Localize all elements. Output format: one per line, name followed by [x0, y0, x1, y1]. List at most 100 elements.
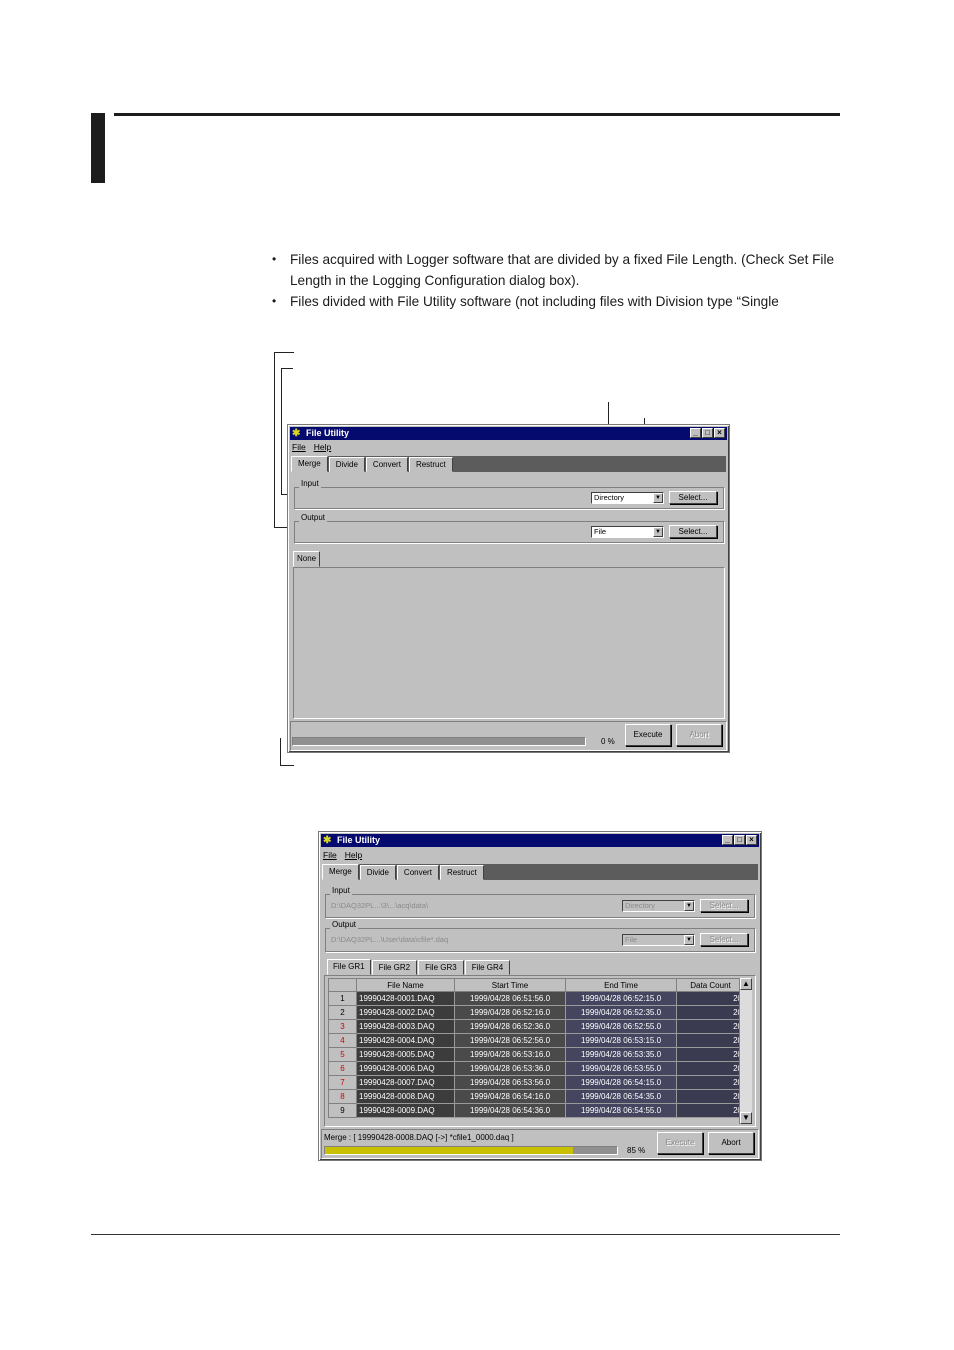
scroll-down-icon[interactable]: ▼: [740, 1112, 752, 1124]
maximize-icon[interactable]: □: [702, 428, 713, 438]
tab-divide[interactable]: Divide: [328, 457, 365, 472]
cell-end-time[interactable]: 1999/04/28 06:54:35.0: [565, 1089, 677, 1104]
cell-start-time[interactable]: 1999/04/28 06:51:56.0: [454, 991, 566, 1006]
table-row[interactable]: 7 19990428-0007.DAQ 1999/04/28 06:53:56.0 1…: [328, 1075, 745, 1090]
cell-start-time[interactable]: 1999/04/28 06:53:36.0: [454, 1061, 566, 1076]
cell-end-time[interactable]: 1999/04/28 06:54:15.0: [565, 1075, 677, 1090]
cell-file-name[interactable]: 19990428-0008.DAQ: [356, 1089, 455, 1104]
row-number[interactable]: 9: [328, 1103, 357, 1118]
tab-divide[interactable]: Divide: [359, 865, 396, 880]
cell-file-name[interactable]: 19990428-0005.DAQ: [356, 1047, 455, 1062]
tab-restruct[interactable]: Restruct: [439, 865, 484, 880]
cell-start-time[interactable]: 1999/04/28 06:52:16.0: [454, 1005, 566, 1020]
table-row[interactable]: 6 19990428-0006.DAQ 1999/04/28 06:53:36.0 1…: [328, 1061, 745, 1076]
menu-file[interactable]: File: [292, 441, 306, 453]
row-number[interactable]: 2: [328, 1005, 357, 1020]
column-header-end-time[interactable]: End Time: [565, 978, 677, 992]
cell-data-count[interactable]: 20: [676, 991, 745, 1006]
row-number[interactable]: 1: [328, 991, 357, 1006]
menu-help[interactable]: Help: [345, 849, 362, 861]
chevron-down-icon[interactable]: ▼: [653, 527, 663, 537]
cell-data-count[interactable]: 20: [676, 1089, 745, 1104]
cell-file-name[interactable]: 19990428-0002.DAQ: [356, 1005, 455, 1020]
cell-start-time[interactable]: 1999/04/28 06:54:16.0: [454, 1089, 566, 1104]
minimize-icon[interactable]: _: [690, 428, 701, 438]
output-select-button[interactable]: Select...: [700, 933, 748, 946]
row-number[interactable]: 3: [328, 1019, 357, 1034]
tab-file-gr4[interactable]: File GR4: [464, 960, 511, 975]
cell-file-name[interactable]: 19990428-0001.DAQ: [356, 991, 455, 1006]
menu-file[interactable]: File: [323, 849, 337, 861]
row-number[interactable]: 6: [328, 1061, 357, 1076]
tab-convert[interactable]: Convert: [396, 865, 439, 880]
table-row[interactable]: 9 19990428-0009.DAQ 1999/04/28 06:54:36.0 1…: [328, 1103, 745, 1118]
execute-button[interactable]: Execute: [625, 724, 671, 746]
column-header-data-count[interactable]: Data Count: [676, 978, 745, 992]
table-row[interactable]: 3 19990428-0003.DAQ 1999/04/28 06:52:36.0 1…: [328, 1019, 745, 1034]
table-row[interactable]: 1 19990428-0001.DAQ 1999/04/28 06:51:56.0 1…: [328, 991, 745, 1006]
input-type-combo[interactable]: Directory ▼: [591, 492, 664, 504]
cell-start-time[interactable]: 1999/04/28 06:53:16.0: [454, 1047, 566, 1062]
abort-button[interactable]: Abort: [708, 1132, 754, 1154]
tab-file-gr3[interactable]: File GR3: [418, 960, 464, 975]
table-row[interactable]: 2 19990428-0002.DAQ 1999/04/28 06:52:16.0 1…: [328, 1005, 745, 1020]
cell-end-time[interactable]: 1999/04/28 06:54:55.0: [565, 1103, 677, 1118]
column-header-file-name[interactable]: File Name: [356, 978, 455, 992]
cell-end-time[interactable]: 1999/04/28 06:53:55.0: [565, 1061, 677, 1076]
output-select-button[interactable]: Select...: [669, 525, 717, 538]
vertical-scrollbar[interactable]: ▲ ▼: [739, 978, 752, 1124]
chevron-down-icon[interactable]: ▼: [684, 901, 694, 911]
minimize-icon[interactable]: _: [722, 835, 733, 845]
title-bar[interactable]: ✱ File Utility _ □ ×: [290, 427, 727, 440]
cell-file-name[interactable]: 19990428-0007.DAQ: [356, 1075, 455, 1090]
tab-convert[interactable]: Convert: [365, 457, 408, 472]
output-type-combo[interactable]: File ▼: [591, 526, 664, 538]
cell-end-time[interactable]: 1999/04/28 06:53:15.0: [565, 1033, 677, 1048]
cell-data-count[interactable]: 20: [676, 1103, 745, 1118]
cell-file-name[interactable]: 19990428-0009.DAQ: [356, 1103, 455, 1118]
maximize-icon[interactable]: □: [734, 835, 745, 845]
scroll-up-icon[interactable]: ▲: [740, 978, 752, 990]
table-row[interactable]: 5 19990428-0005.DAQ 1999/04/28 06:53:16.0 1…: [328, 1047, 745, 1062]
cell-data-count[interactable]: 20: [676, 1061, 745, 1076]
cell-start-time[interactable]: 1999/04/28 06:52:56.0: [454, 1033, 566, 1048]
cell-start-time[interactable]: 1999/04/28 06:54:36.0: [454, 1103, 566, 1118]
title-bar[interactable]: ✱ File Utility _ □ ×: [321, 834, 759, 847]
abort-button[interactable]: Abort: [676, 724, 722, 746]
execute-button[interactable]: Execute: [657, 1132, 703, 1154]
input-select-button[interactable]: Select...: [669, 491, 717, 504]
close-icon[interactable]: ×: [714, 428, 725, 438]
tab-restruct[interactable]: Restruct: [408, 457, 453, 472]
table-row[interactable]: 8 19990428-0008.DAQ 1999/04/28 06:54:16.0 1…: [328, 1089, 745, 1104]
close-icon[interactable]: ×: [746, 835, 757, 845]
cell-data-count[interactable]: 20: [676, 1019, 745, 1034]
cell-file-name[interactable]: 19990428-0003.DAQ: [356, 1019, 455, 1034]
cell-start-time[interactable]: 1999/04/28 06:52:36.0: [454, 1019, 566, 1034]
output-type-combo[interactable]: File ▼: [622, 934, 695, 946]
tab-file-gr2[interactable]: File GR2: [371, 960, 418, 975]
cell-file-name[interactable]: 19990428-0004.DAQ: [356, 1033, 455, 1048]
row-number[interactable]: 8: [328, 1089, 357, 1104]
chevron-down-icon[interactable]: ▼: [653, 493, 663, 503]
menu-help[interactable]: Help: [314, 441, 331, 453]
column-header-start-time[interactable]: Start Time: [454, 978, 566, 992]
input-type-combo[interactable]: Directory ▼: [622, 900, 695, 912]
cell-file-name[interactable]: 19990428-0006.DAQ: [356, 1061, 455, 1076]
table-row[interactable]: 4 19990428-0004.DAQ 1999/04/28 06:52:56.0 1…: [328, 1033, 745, 1048]
row-number[interactable]: 4: [328, 1033, 357, 1048]
tab-merge[interactable]: Merge: [322, 864, 359, 880]
cell-end-time[interactable]: 1999/04/28 06:52:55.0: [565, 1019, 677, 1034]
row-number[interactable]: 5: [328, 1047, 357, 1062]
tab-file-gr1[interactable]: File GR1: [327, 959, 371, 975]
cell-start-time[interactable]: 1999/04/28 06:53:56.0: [454, 1075, 566, 1090]
cell-data-count[interactable]: 20: [676, 1047, 745, 1062]
cell-data-count[interactable]: 20: [676, 1005, 745, 1020]
input-select-button[interactable]: Select...: [700, 899, 748, 912]
cell-end-time[interactable]: 1999/04/28 06:52:35.0: [565, 1005, 677, 1020]
tab-none[interactable]: None: [293, 551, 321, 567]
cell-end-time[interactable]: 1999/04/28 06:53:35.0: [565, 1047, 677, 1062]
chevron-down-icon[interactable]: ▼: [684, 935, 694, 945]
tab-merge[interactable]: Merge: [291, 456, 328, 472]
cell-end-time[interactable]: 1999/04/28 06:52:15.0: [565, 991, 677, 1006]
cell-data-count[interactable]: 20: [676, 1033, 745, 1048]
